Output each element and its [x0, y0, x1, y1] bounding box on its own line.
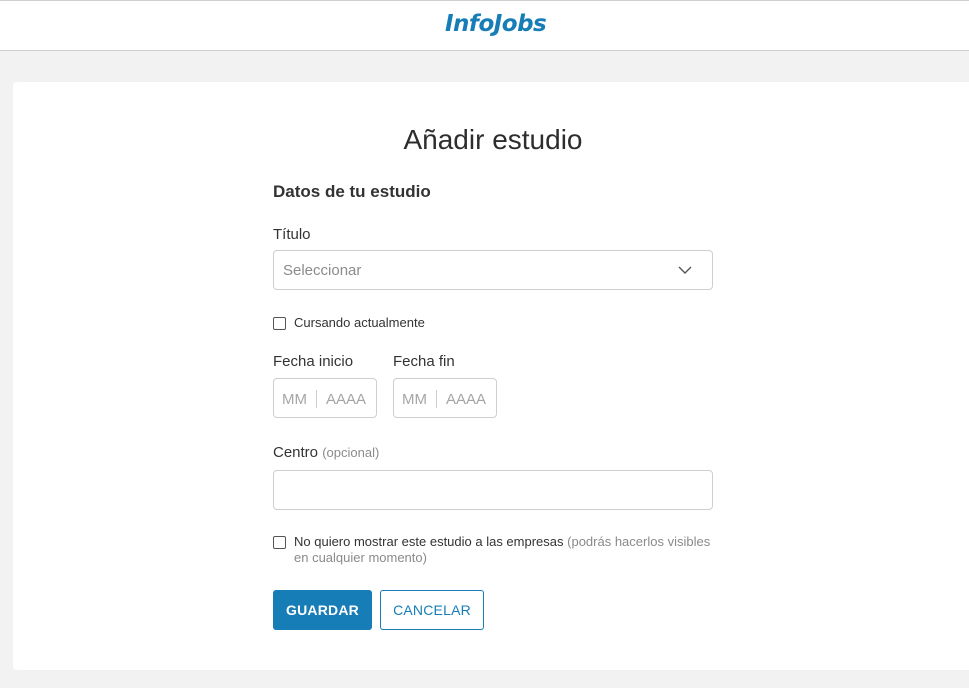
ocultar-label[interactable]: No quiero mostrar este estudio a las emp…: [294, 534, 714, 566]
centro-input[interactable]: [273, 470, 713, 510]
fecha-fin-input[interactable]: MM AAAA: [393, 378, 497, 418]
cursando-label[interactable]: Cursando actualmente: [294, 315, 425, 331]
date-separator: [316, 390, 317, 408]
form-card: [13, 82, 969, 670]
top-bar: InfoJobs: [0, 0, 969, 51]
cursando-row[interactable]: Cursando actualmente: [273, 315, 425, 331]
save-button[interactable]: GUARDAR: [273, 590, 372, 630]
titulo-label: Título: [273, 226, 311, 243]
fecha-fin-year[interactable]: AAAA: [446, 391, 486, 409]
chevron-down-icon: [678, 266, 692, 274]
titulo-placeholder: Seleccionar: [283, 262, 362, 279]
fecha-fin-month[interactable]: MM: [402, 391, 430, 409]
ocultar-checkbox[interactable]: [273, 536, 286, 549]
fecha-inicio-month[interactable]: MM: [282, 391, 310, 409]
titulo-select[interactable]: Seleccionar: [273, 250, 713, 290]
centro-label-text: Centro: [273, 444, 319, 461]
cancel-button[interactable]: CANCELAR: [380, 590, 484, 630]
fecha-inicio-year[interactable]: AAAA: [326, 391, 366, 409]
ocultar-label-text: No quiero mostrar este estudio a las emp…: [294, 534, 564, 549]
date-separator: [436, 390, 437, 408]
fecha-inicio-input[interactable]: MM AAAA: [273, 378, 377, 418]
infojobs-logo[interactable]: InfoJobs: [445, 9, 547, 39]
fecha-inicio-label: Fecha inicio: [273, 353, 354, 370]
ocultar-row[interactable]: No quiero mostrar este estudio a las emp…: [273, 534, 714, 566]
optional-hint: (opcional): [322, 445, 380, 460]
page-title: Añadir estudio: [403, 124, 583, 155]
fecha-fin-label: Fecha fin: [393, 353, 455, 370]
centro-label: Centro (opcional): [273, 443, 379, 463]
section-title: Datos de tu estudio: [273, 182, 431, 201]
cursando-checkbox[interactable]: [273, 317, 286, 330]
